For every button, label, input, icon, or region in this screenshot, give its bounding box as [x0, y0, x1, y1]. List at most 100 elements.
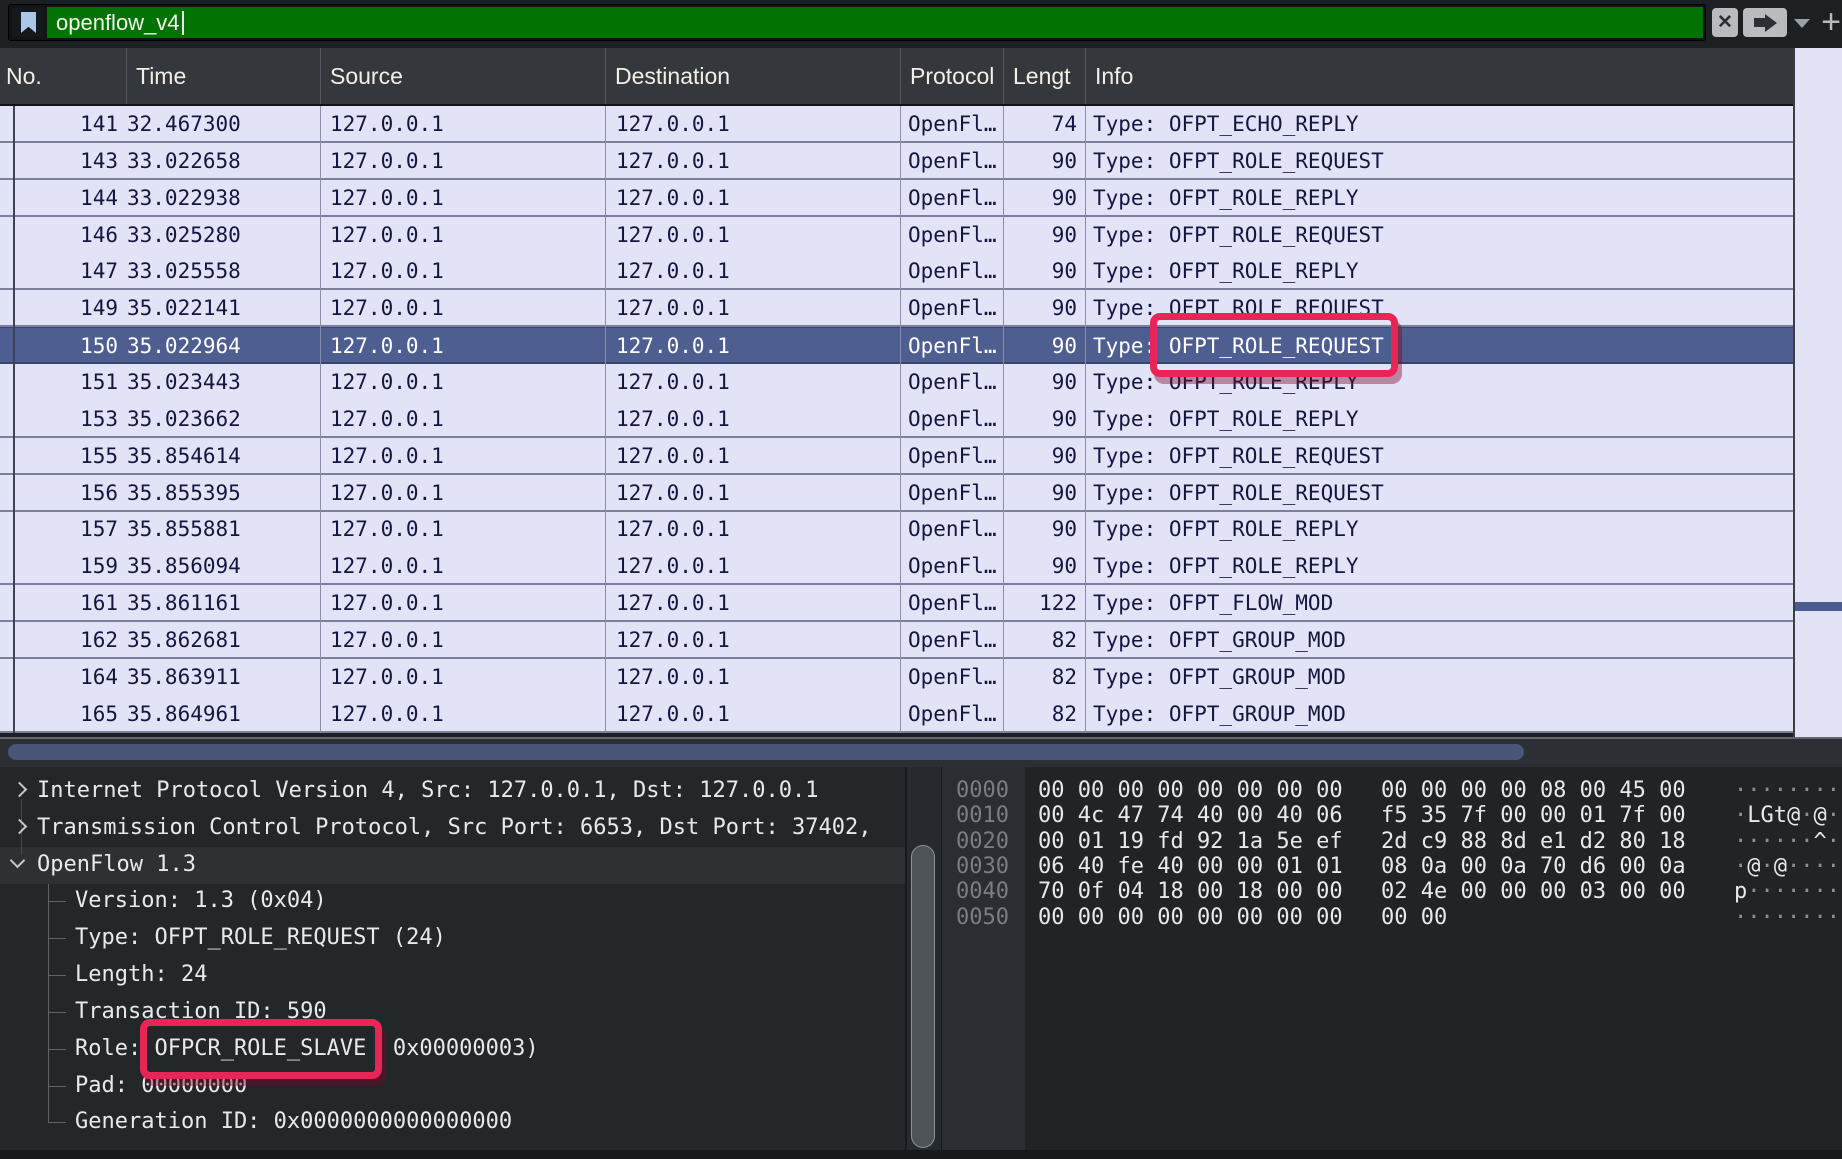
cell-destination: 127.0.0.1 — [616, 217, 896, 254]
packet-row-151[interactable]: 15135.023443127.0.0.1127.0.0.1OpenFl…90T… — [0, 364, 1793, 401]
cell-info: Type: OFPT_GROUP_MOD — [1093, 696, 1793, 733]
add-filter-button[interactable]: + — [1820, 2, 1842, 42]
cell-info: Type: OFPT_ROLE_REQUEST — [1093, 438, 1793, 475]
detail-line[interactable]: Transmission Control Protocol, Src Port:… — [0, 813, 905, 843]
chevron-down-icon[interactable] — [10, 853, 26, 869]
cell-source: 127.0.0.1 — [330, 290, 600, 327]
detail-line-text: Type: OFPT_ROLE_REQUEST (24) — [75, 923, 446, 953]
cell-source: 127.0.0.1 — [330, 438, 600, 475]
display-filter-bar: openflow_v4 ✕ + — [0, 0, 1842, 46]
cell-source: 127.0.0.1 — [330, 511, 600, 548]
column-header-source[interactable]: Source — [320, 48, 605, 104]
cell-source: 127.0.0.1 — [330, 548, 600, 585]
detail-line[interactable]: Internet Protocol Version 4, Src: 127.0.… — [0, 776, 905, 806]
packet-row-155[interactable]: 15535.854614127.0.0.1127.0.0.1OpenFl…90T… — [0, 438, 1793, 475]
cell-source: 127.0.0.1 — [330, 253, 600, 290]
hex-bytes-group2: 00 00 00 00 08 00 45 00 — [1381, 778, 1686, 804]
filter-bookmark-button[interactable] — [12, 8, 45, 37]
filter-input[interactable]: openflow_v4 — [47, 7, 1703, 38]
chevron-right-icon[interactable] — [12, 819, 28, 835]
column-divider — [1085, 106, 1086, 733]
cell-length: 74 — [1003, 106, 1077, 143]
hex-bytes-group1: 00 00 00 00 00 00 00 00 — [1038, 778, 1343, 804]
hex-bytes-group2: f5 35 7f 00 00 01 7f 00 — [1381, 803, 1686, 829]
cell-time: 35.855881 — [127, 511, 317, 548]
hex-offset: 0040 — [956, 879, 1009, 905]
packet-row-156[interactable]: 15635.855395127.0.0.1127.0.0.1OpenFl…90T… — [0, 475, 1793, 512]
hex-bytes-group1: 00 00 00 00 00 00 00 00 — [1038, 905, 1343, 931]
cell-info: Type: OFPT_ROLE_REPLY — [1093, 401, 1793, 438]
cell-no: 147 — [0, 253, 118, 290]
detail-line[interactable]: OpenFlow 1.3 — [0, 850, 905, 880]
column-header-protocol[interactable]: Protocol — [900, 48, 1003, 104]
filter-input-wrap: openflow_v4 — [8, 4, 1706, 41]
packet-row-162[interactable]: 16235.862681127.0.0.1127.0.0.1OpenFl…82T… — [0, 622, 1793, 659]
column-header-no[interactable]: No. — [0, 48, 126, 104]
hex-row[interactable]: 001000 4c 47 74 40 00 40 06f5 35 7f 00 0… — [942, 803, 1842, 829]
packet-row-157[interactable]: 15735.855881127.0.0.1127.0.0.1OpenFl…90T… — [0, 511, 1793, 548]
packet-row-153[interactable]: 15335.023662127.0.0.1127.0.0.1OpenFl…90T… — [0, 401, 1793, 438]
hex-row[interactable]: 004070 0f 04 18 00 18 00 0002 4e 00 00 0… — [942, 879, 1842, 905]
packet-row-141[interactable]: 14132.467300127.0.0.1127.0.0.1OpenFl…74T… — [0, 106, 1793, 143]
hex-row[interactable]: 003006 40 fe 40 00 00 01 0108 0a 00 0a 7… — [942, 854, 1842, 880]
cell-time: 35.022141 — [127, 290, 317, 327]
cell-protocol: OpenFl… — [908, 253, 1000, 290]
packet-row-146[interactable]: 14633.025280127.0.0.1127.0.0.1OpenFl…90T… — [0, 217, 1793, 254]
detail-line-text: Transaction ID: 590 — [75, 997, 327, 1027]
cell-protocol: OpenFl… — [908, 106, 1000, 143]
cell-destination: 127.0.0.1 — [616, 106, 896, 143]
cell-protocol: OpenFl… — [908, 290, 1000, 327]
detail-line[interactable]: Length: 24 — [0, 960, 905, 990]
packet-row-150[interactable]: 15035.022964127.0.0.1127.0.0.1OpenFl…90T… — [0, 327, 1793, 364]
packet-row-164[interactable]: 16435.863911127.0.0.1127.0.0.1OpenFl…82T… — [0, 659, 1793, 696]
packet-row-165[interactable]: 16535.864961127.0.0.1127.0.0.1OpenFl…82T… — [0, 696, 1793, 733]
cell-length: 122 — [1003, 585, 1077, 622]
packet-row-143[interactable]: 14333.022658127.0.0.1127.0.0.1OpenFl…90T… — [0, 143, 1793, 180]
detail-line[interactable]: Type: OFPT_ROLE_REQUEST (24) — [0, 923, 905, 953]
detail-line-text: Version: 1.3 (0x04) — [75, 886, 327, 916]
cell-source: 127.0.0.1 — [330, 696, 600, 733]
detail-line[interactable]: Version: 1.3 (0x04) — [0, 886, 905, 916]
horizontal-scrollbar-thumb[interactable] — [8, 744, 1524, 760]
column-header-time[interactable]: Time — [126, 48, 320, 104]
filter-history-dropdown[interactable] — [1794, 19, 1810, 28]
column-header-destination[interactable]: Destination — [605, 48, 900, 104]
cell-length: 82 — [1003, 622, 1077, 659]
cell-info: Type: OFPT_GROUP_MOD — [1093, 622, 1793, 659]
column-header-length[interactable]: Lengt — [1003, 48, 1085, 104]
cell-info: Type: OFPT_ROLE_REQUEST — [1093, 475, 1793, 512]
cell-protocol: OpenFl… — [908, 696, 1000, 733]
detail-scrollbar-thumb[interactable] — [911, 845, 935, 1148]
hex-offset: 0000 — [956, 778, 1009, 804]
detail-line[interactable]: Generation ID: 0x0000000000000000 — [0, 1107, 905, 1137]
cell-time: 32.467300 — [127, 106, 317, 143]
cell-length: 90 — [1003, 475, 1077, 512]
detail-line[interactable]: Pad: 00000000 — [0, 1071, 905, 1101]
cell-destination: 127.0.0.1 — [616, 585, 896, 622]
hex-row[interactable]: 002000 01 19 fd 92 1a 5e ef2d c9 88 8d e… — [942, 829, 1842, 855]
hex-bytes-group1: 06 40 fe 40 00 00 01 01 — [1038, 854, 1343, 880]
filter-clear-button[interactable]: ✕ — [1712, 8, 1738, 37]
cell-no: 162 — [0, 622, 118, 659]
cell-destination: 127.0.0.1 — [616, 438, 896, 475]
packet-list: 14132.467300127.0.0.1127.0.0.1OpenFl…74T… — [0, 106, 1793, 733]
chevron-right-icon[interactable] — [12, 782, 28, 798]
packet-row-159[interactable]: 15935.856094127.0.0.1127.0.0.1OpenFl…90T… — [0, 548, 1793, 585]
cell-source: 127.0.0.1 — [330, 475, 600, 512]
detail-line-text: Generation ID: 0x0000000000000000 — [75, 1107, 512, 1137]
cell-source: 127.0.0.1 — [330, 180, 600, 217]
packet-row-161[interactable]: 16135.861161127.0.0.1127.0.0.1OpenFl…122… — [0, 585, 1793, 622]
packet-row-147[interactable]: 14733.025558127.0.0.1127.0.0.1OpenFl…90T… — [0, 253, 1793, 290]
filter-apply-button[interactable] — [1743, 8, 1787, 37]
detail-line-text: OpenFlow 1.3 — [37, 850, 196, 880]
packet-list-scrollmap[interactable] — [1795, 48, 1842, 737]
hex-row[interactable]: 005000 00 00 00 00 00 00 0000 00········… — [942, 905, 1842, 931]
cell-time: 33.022658 — [127, 143, 317, 180]
packet-row-144[interactable]: 14433.022938127.0.0.1127.0.0.1OpenFl…90T… — [0, 180, 1793, 217]
detail-line[interactable]: Role: OFPCR_ROLE_SLAVE 0x00000003) — [0, 1034, 905, 1064]
cell-destination: 127.0.0.1 — [616, 143, 896, 180]
hex-row[interactable]: 0000 00 00 00 00 00 00 00 00 00 00 00 00 0… — [942, 778, 1842, 804]
packet-row-149[interactable]: 14935.022141127.0.0.1127.0.0.1OpenFl…90T… — [0, 290, 1793, 327]
column-header-info[interactable]: Info — [1085, 48, 1793, 104]
detail-line[interactable]: Transaction ID: 590 — [0, 997, 905, 1027]
